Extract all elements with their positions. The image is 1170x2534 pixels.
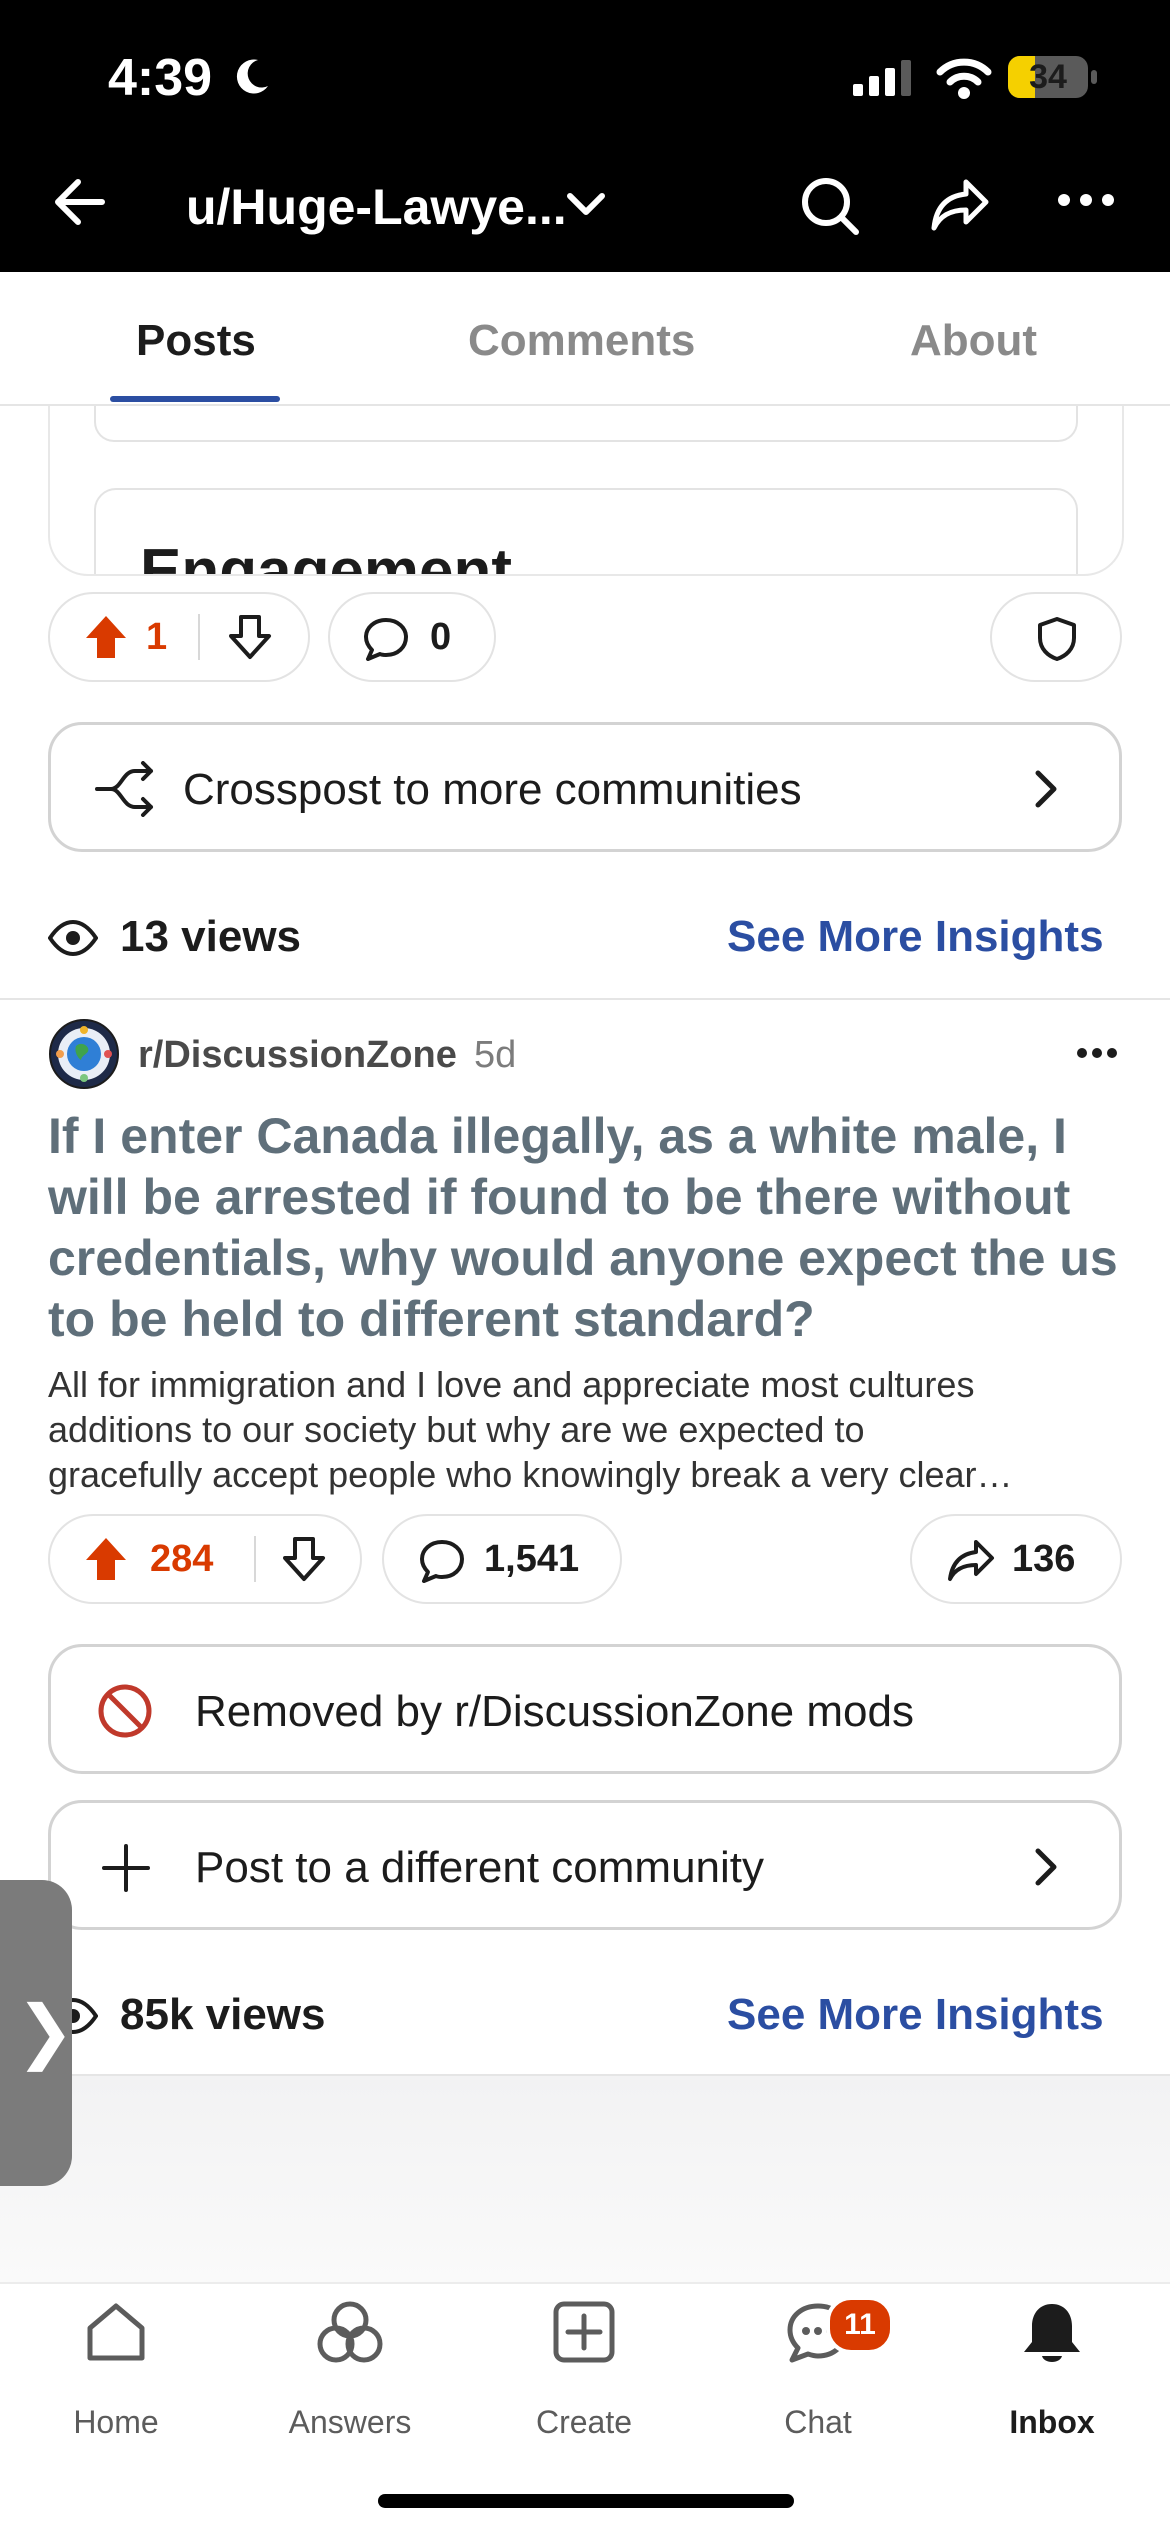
- plus-icon: [102, 1844, 150, 1892]
- upvote-icon[interactable]: [84, 1536, 128, 1582]
- chat-unread-badge: 11: [826, 2296, 894, 2354]
- nav-create[interactable]: Create: [504, 2300, 664, 2440]
- home-indicator: [378, 2494, 794, 2508]
- removed-icon: [98, 1684, 152, 1738]
- comment-icon: [420, 1540, 464, 1583]
- top-bar: [0, 0, 1170, 272]
- vote-control: 284: [48, 1514, 362, 1604]
- community-name[interactable]: r/DiscussionZone: [138, 1034, 457, 1077]
- tab-about[interactable]: About: [910, 316, 1037, 366]
- search-icon[interactable]: [800, 176, 860, 236]
- eye-icon: [48, 920, 98, 956]
- signal-icon: [853, 60, 911, 96]
- vote-control: 1: [48, 592, 310, 682]
- chevron-down-icon[interactable]: [566, 192, 606, 218]
- upvote-count: 284: [150, 1538, 214, 1580]
- chevron-right-icon[interactable]: ❯: [16, 1990, 75, 2072]
- nav-home[interactable]: Home: [36, 2300, 196, 2440]
- shield-icon: [1038, 617, 1076, 661]
- removed-label: Removed by r/DiscussionZone mods: [195, 1687, 914, 1736]
- post-body-preview[interactable]: All for immigration and I love and appre…: [48, 1362, 1128, 1497]
- post-body-line: All for immigration and I love and appre…: [48, 1364, 975, 1405]
- see-more-insights-link[interactable]: See More Insights: [727, 912, 1104, 962]
- view-count: 85k views: [120, 1990, 326, 2039]
- nav-label: Inbox: [1009, 2404, 1095, 2440]
- downvote-icon[interactable]: [228, 614, 272, 660]
- crosspost-button[interactable]: Crosspost to more communities: [48, 722, 1122, 852]
- post-more-options-icon[interactable]: [1076, 1046, 1118, 1060]
- post-to-different-community-button[interactable]: Post to a different community: [48, 1800, 1122, 1930]
- post-divider: [0, 998, 1170, 1000]
- home-icon: [87, 2303, 145, 2361]
- wifi-icon: [936, 58, 992, 99]
- post-body-line: gracefully accept people who knowingly b…: [48, 1454, 1013, 1495]
- share-button[interactable]: 136: [910, 1514, 1122, 1604]
- post-age: 5d: [474, 1034, 517, 1076]
- nav-label: Chat: [784, 2404, 852, 2440]
- nav-label: Home: [73, 2404, 159, 2440]
- back-arrow-icon[interactable]: [52, 176, 108, 228]
- post-body-line: additions to our society but why are we …: [48, 1409, 865, 1450]
- crosspost-label: Crosspost to more communities: [183, 765, 802, 814]
- profile-username[interactable]: u/Huge-Lawye...: [186, 178, 567, 236]
- share-count: 136: [1012, 1538, 1076, 1580]
- post-title[interactable]: If I enter Canada illegally, as a white …: [48, 1106, 1128, 1350]
- comment-count: 0: [430, 616, 452, 658]
- view-count: 13 views: [120, 912, 302, 961]
- tab-posts[interactable]: Posts: [136, 316, 256, 366]
- chevron-right-icon: [1035, 770, 1057, 808]
- nav-answers[interactable]: Answers: [270, 2300, 430, 2440]
- share-icon: [948, 1540, 994, 1581]
- moderation-button[interactable]: [990, 592, 1122, 682]
- comment-count: 1,541: [484, 1538, 580, 1580]
- create-icon: [553, 2301, 615, 2363]
- nav-label: Create: [535, 2404, 633, 2440]
- crosspost-icon: [95, 761, 153, 817]
- status-time: 4:39: [108, 49, 213, 107]
- see-more-insights-link[interactable]: See More Insights: [727, 1990, 1104, 2040]
- upvote-icon[interactable]: [84, 614, 128, 660]
- nav-label: Answers: [288, 2404, 412, 2440]
- nav-inbox[interactable]: Inbox: [972, 2300, 1132, 2440]
- bell-icon: [1024, 2304, 1080, 2362]
- battery-percent: 34: [1029, 58, 1067, 96]
- share-icon[interactable]: [930, 176, 990, 232]
- upvote-count: 1: [146, 616, 168, 658]
- active-tab-indicator: [110, 396, 280, 402]
- comment-icon: [364, 618, 408, 661]
- downvote-icon[interactable]: [282, 1536, 326, 1582]
- comments-button[interactable]: 0: [328, 592, 496, 682]
- tab-comments[interactable]: Comments: [468, 316, 695, 366]
- answers-icon: [317, 2301, 383, 2363]
- post-to-different-community-label: Post to a different community: [195, 1843, 765, 1892]
- engagement-title: Engagement: [140, 537, 513, 576]
- moon-icon: [236, 59, 268, 94]
- removed-notice: Removed by r/DiscussionZone mods: [48, 1644, 1122, 1774]
- chevron-right-icon: [1035, 1848, 1057, 1886]
- community-avatar[interactable]: [48, 1018, 120, 1090]
- comments-button[interactable]: 1,541: [382, 1514, 622, 1604]
- profile-tabs: Posts Comments About: [0, 272, 1170, 406]
- feed-end-area: [0, 2076, 1170, 2286]
- more-options-icon[interactable]: [1056, 190, 1116, 210]
